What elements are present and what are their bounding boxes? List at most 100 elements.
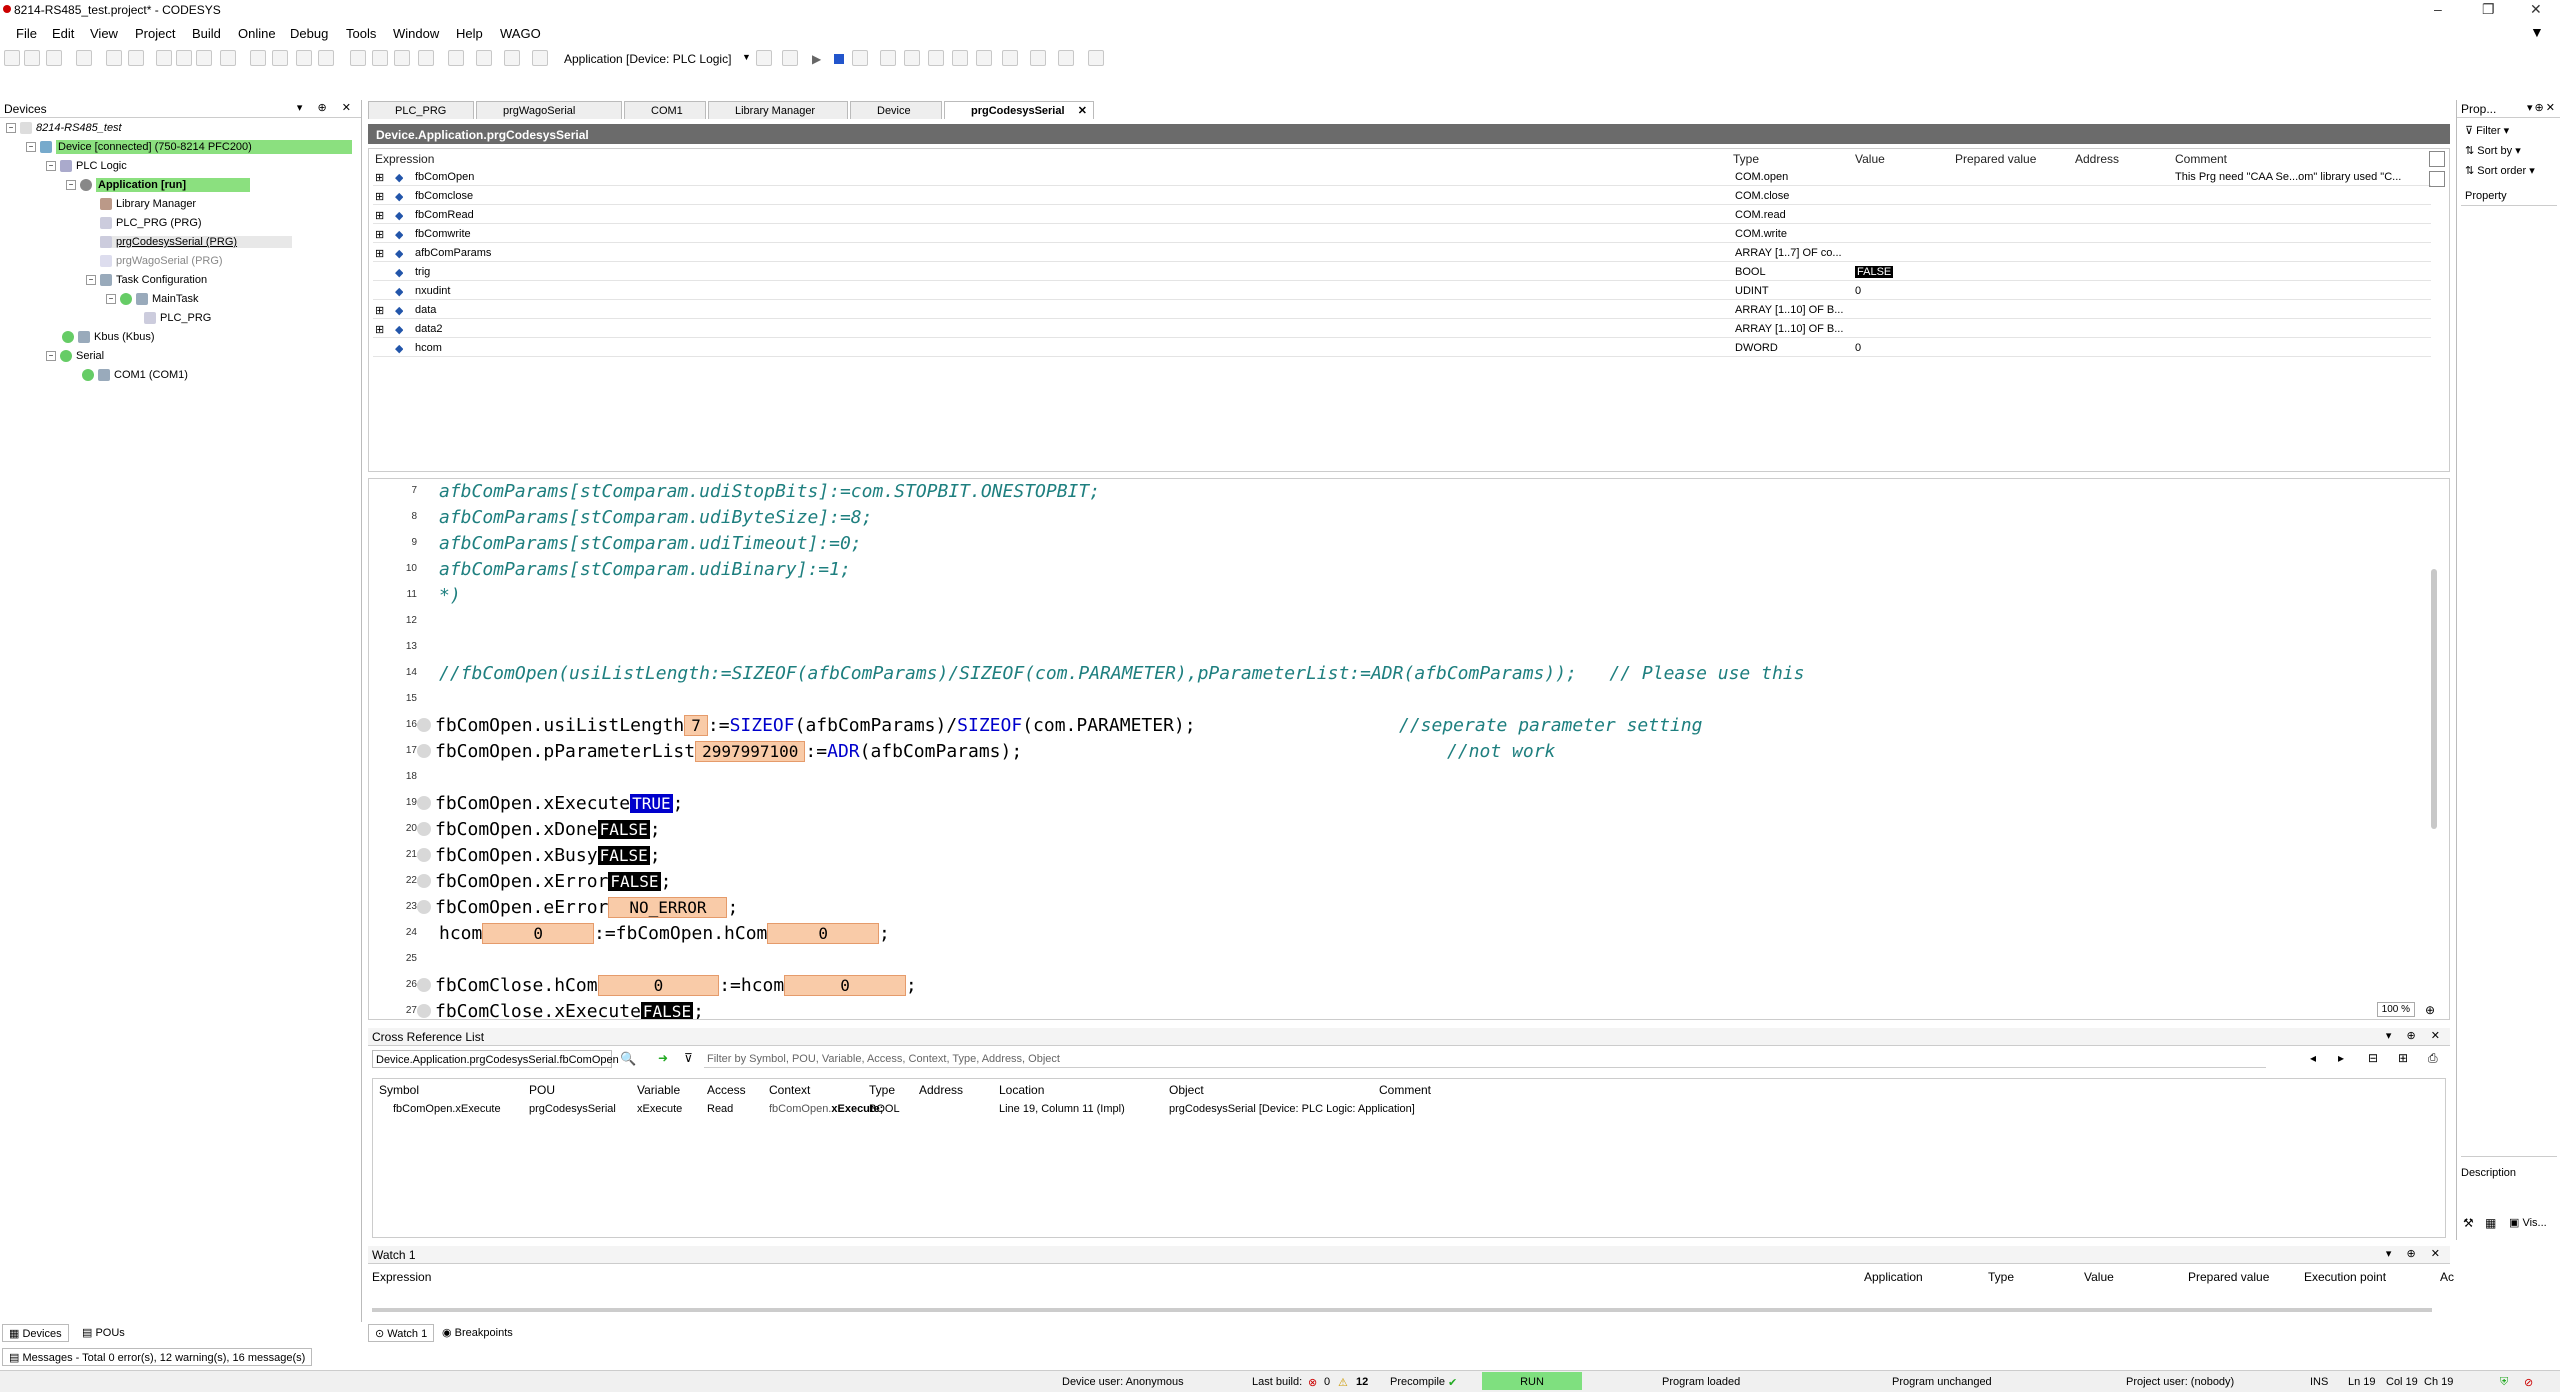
pane-controls-icon[interactable]: ▾⊕✕: [2527, 101, 2557, 114]
xref-cell-pou[interactable]: prgCodesysSerial: [529, 1103, 616, 1115]
watch-column-prepared-value[interactable]: Prepared value: [2188, 1270, 2269, 1284]
xref-column-type[interactable]: Type: [869, 1083, 895, 1097]
expand-icon[interactable]: ⊞: [375, 228, 384, 241]
decl-row[interactable]: ⊞ ◆ data2 ARRAY [1..10] OF B...: [373, 319, 2431, 338]
column-prepared-value[interactable]: Prepared value: [1955, 149, 2036, 166]
xref-column-access[interactable]: Access: [707, 1083, 746, 1097]
inline-value[interactable]: 2997997100: [695, 741, 806, 762]
xref-cell-context[interactable]: fbComOpen.xExecute;: [769, 1103, 883, 1115]
breakpoint-marker[interactable]: [417, 718, 431, 732]
bookmark-clear-icon[interactable]: [418, 50, 434, 66]
watch-column-application[interactable]: Application: [1864, 1270, 1923, 1284]
xref-cell-object[interactable]: prgCodesysSerial [Device: PLC Logic: App…: [1169, 1103, 1415, 1115]
sort-order-button[interactable]: ⇅ Sort order ▾: [2465, 164, 2535, 177]
go-icon[interactable]: ➜: [658, 1051, 668, 1065]
xref-column-comment[interactable]: Comment: [1379, 1083, 1431, 1097]
menu-debug[interactable]: Debug: [290, 26, 328, 41]
zoom-icon[interactable]: ⊕: [2425, 1003, 2435, 1017]
tree-item-prgwagoserial[interactable]: prgWagoSerial (PRG): [100, 255, 223, 268]
property-column[interactable]: Property: [2461, 186, 2557, 206]
disconnected-icon[interactable]: ⊘: [2524, 1376, 2533, 1389]
open-icon[interactable]: [24, 50, 40, 66]
print-icon[interactable]: [76, 50, 92, 66]
active-application[interactable]: Application [Device: PLC Logic]: [564, 52, 731, 66]
tab-com1[interactable]: COM1: [624, 101, 706, 119]
save-icon[interactable]: [46, 50, 62, 66]
breakpoint-marker[interactable]: [417, 822, 431, 836]
bookmark-icon[interactable]: [350, 50, 366, 66]
breakpoint-icon[interactable]: [976, 50, 992, 66]
decl-row[interactable]: ⊞ ◆ fbComOpen COM.open This Prg need "CAA Se…: [373, 167, 2431, 186]
inline-value[interactable]: 7: [684, 715, 708, 736]
rebuild-icon[interactable]: [476, 50, 492, 66]
inline-value[interactable]: TRUE: [630, 794, 673, 813]
breakpoint-marker[interactable]: [417, 900, 431, 914]
inline-value[interactable]: FALSE: [597, 846, 650, 865]
tree-item-task-configuration[interactable]: − Task Configuration: [86, 274, 207, 287]
pane-controls-icon[interactable]: ▾ ⊕ ✕: [297, 101, 357, 114]
inline-value[interactable]: FALSE: [608, 872, 661, 891]
tab-plc-prg[interactable]: PLC_PRG: [368, 101, 474, 119]
expand-icon[interactable]: ⊞: [375, 304, 384, 317]
tree-item-plc-prg[interactable]: PLC_PRG (PRG): [100, 217, 202, 230]
menu-file[interactable]: File: [16, 26, 37, 41]
breakpoint-marker[interactable]: [417, 744, 431, 758]
xref-cell-access[interactable]: Read: [707, 1103, 733, 1115]
tools-icon[interactable]: ⚒: [2463, 1216, 2474, 1230]
menu-help[interactable]: Help: [456, 26, 483, 41]
collapse-icon[interactable]: ⊟: [2368, 1051, 2378, 1065]
column-comment[interactable]: Comment: [2175, 149, 2227, 166]
view-toggle-icon[interactable]: [2429, 151, 2445, 167]
unforce-icon[interactable]: [1058, 50, 1074, 66]
horizontal-scrollbar[interactable]: [372, 1308, 2432, 1312]
print-icon[interactable]: ⎙: [2428, 1051, 2438, 1066]
xref-cell-variable[interactable]: xExecute: [637, 1103, 682, 1115]
cross-reference-icon[interactable]: [1088, 50, 1104, 66]
xref-column-pou[interactable]: POU: [529, 1083, 555, 1097]
xref-cell-symbol[interactable]: fbComOpen.xExecute: [393, 1103, 501, 1115]
undo-icon[interactable]: [106, 50, 122, 66]
previous-icon[interactable]: ◂: [2310, 1051, 2316, 1065]
tab-messages[interactable]: ▤ Messages - Total 0 error(s), 12 warnin…: [2, 1348, 313, 1366]
copy-icon[interactable]: [176, 50, 192, 66]
find-icon[interactable]: [250, 50, 266, 66]
sort-by-button[interactable]: ⇅ Sort by ▾: [2465, 144, 2521, 157]
xref-column-address[interactable]: Address: [919, 1083, 963, 1097]
decl-row[interactable]: ◆ nxudint UDINT 0: [373, 281, 2431, 300]
inline-value[interactable]: 0: [597, 975, 720, 996]
menu-tools[interactable]: Tools: [346, 26, 376, 41]
breakpoint-marker[interactable]: [417, 848, 431, 862]
xref-column-context[interactable]: Context: [769, 1083, 810, 1097]
breakpoint-marker[interactable]: [417, 796, 431, 810]
step-out-icon[interactable]: [928, 50, 944, 66]
decl-row[interactable]: ◆ trig BOOL FALSE: [373, 262, 2431, 281]
view-toggle-icon[interactable]: [2429, 171, 2445, 187]
paste-icon[interactable]: [196, 50, 212, 66]
xref-cell-type[interactable]: BOOL: [869, 1103, 900, 1115]
xref-column-location[interactable]: Location: [999, 1083, 1044, 1097]
decl-row[interactable]: ⊞ ◆ fbComclose COM.close: [373, 186, 2431, 205]
new-icon[interactable]: [4, 50, 20, 66]
tab-pous[interactable]: ▤ POUs: [76, 1324, 131, 1342]
maximize-icon[interactable]: ❐: [2482, 1, 2495, 18]
expand-icon[interactable]: ⊞: [375, 171, 384, 184]
zoom-level[interactable]: 100 %: [2376, 1002, 2415, 1017]
inline-value[interactable]: 0: [482, 923, 594, 944]
chevron-down-icon[interactable]: ▼: [742, 52, 751, 62]
grid-icon[interactable]: ▦: [2485, 1216, 2496, 1230]
minimize-icon[interactable]: –: [2434, 1, 2442, 17]
warning-count[interactable]: 12: [1356, 1376, 1368, 1388]
decl-row[interactable]: ⊞ ◆ fbComRead COM.read: [373, 205, 2431, 224]
breakpoint-marker[interactable]: [417, 1004, 431, 1018]
column-type[interactable]: Type: [1733, 149, 1759, 166]
visualization-button[interactable]: ▣ Vis...: [2509, 1216, 2547, 1229]
column-value[interactable]: Value: [1855, 149, 1885, 166]
tree-item-plc-logic[interactable]: − PLC Logic: [46, 160, 127, 173]
tree-item-prgcodesysserial[interactable]: prgCodesysSerial (PRG): [100, 236, 292, 249]
bookmark-prev-icon[interactable]: [394, 50, 410, 66]
menu-project[interactable]: Project: [135, 26, 175, 41]
tab-prgcodesysserial[interactable]: prgCodesysSerial ✕: [944, 101, 1094, 119]
column-expression[interactable]: Expression: [375, 149, 434, 166]
decl-row[interactable]: ⊞ ◆ data ARRAY [1..10] OF B...: [373, 300, 2431, 319]
step-into-icon[interactable]: [904, 50, 920, 66]
